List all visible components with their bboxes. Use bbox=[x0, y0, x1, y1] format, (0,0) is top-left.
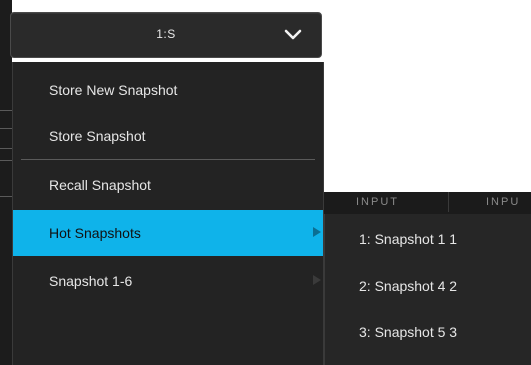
selector-value: 1:S bbox=[156, 27, 176, 41]
menu-item-snapshot-1-6[interactable]: Snapshot 1-6 bbox=[13, 258, 323, 304]
menu-item-label: Store New Snapshot bbox=[49, 82, 178, 98]
snapshot-menu-screen: INPUT INPU 1:S Store New Snapshot Store … bbox=[0, 0, 531, 365]
snapshot-menu: Store New Snapshot Store Snapshot Recall… bbox=[12, 62, 324, 365]
submenu-item-label: 1: Snapshot 1 1 bbox=[359, 231, 458, 247]
triangle-right-icon bbox=[313, 227, 321, 237]
chevron-down-icon bbox=[283, 27, 303, 43]
menu-item-label: Hot Snapshots bbox=[49, 225, 141, 241]
menu-item-store-snapshot[interactable]: Store Snapshot bbox=[13, 113, 323, 159]
menu-item-label: Snapshot 1-6 bbox=[49, 273, 133, 289]
divider bbox=[448, 192, 449, 212]
submenu-item-label: 2: Snapshot 4 2 bbox=[359, 278, 458, 294]
divider bbox=[0, 196, 12, 197]
menu-item-label: Recall Snapshot bbox=[49, 177, 151, 193]
divider bbox=[0, 160, 12, 161]
submenu-item-label: 3: Snapshot 5 3 bbox=[359, 324, 458, 340]
menu-item-recall-snapshot[interactable]: Recall Snapshot bbox=[13, 162, 323, 208]
submenu-item-snapshot-5[interactable]: 3: Snapshot 5 3 bbox=[325, 311, 531, 355]
submenu-item-snapshot-4[interactable]: 2: Snapshot 4 2 bbox=[325, 265, 531, 309]
divider bbox=[0, 128, 12, 129]
hot-snapshots-submenu: 1: Snapshot 1 1 2: Snapshot 4 2 3: Snaps… bbox=[324, 214, 531, 365]
menu-item-hot-snapshots[interactable]: Hot Snapshots bbox=[13, 210, 323, 256]
menu-item-store-new-snapshot[interactable]: Store New Snapshot bbox=[13, 67, 323, 113]
input-header: INPUT bbox=[356, 196, 399, 208]
triangle-right-icon bbox=[313, 275, 321, 285]
menu-separator bbox=[21, 159, 315, 160]
snapshot-selector-dropdown[interactable]: 1:S bbox=[10, 12, 322, 58]
divider bbox=[0, 148, 12, 149]
submenu-item-snapshot-1[interactable]: 1: Snapshot 1 1 bbox=[325, 218, 531, 262]
menu-item-label: Store Snapshot bbox=[49, 128, 146, 144]
input-header: INPU bbox=[486, 196, 521, 208]
divider bbox=[0, 110, 12, 111]
